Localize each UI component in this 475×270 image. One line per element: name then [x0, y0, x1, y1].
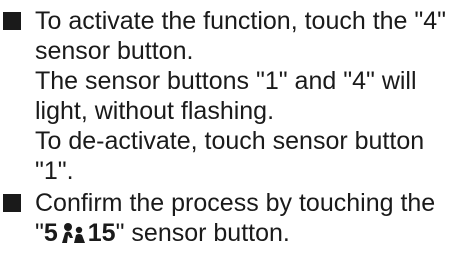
- text-line: To activate the function, touch the "4": [35, 7, 447, 35]
- child-lock-icon: [61, 223, 85, 243]
- text-line: To de-activate, touch sensor button: [35, 127, 425, 155]
- text-line: "5 15" sensor button.: [35, 218, 475, 248]
- text-line: The sensor buttons "1" and "4" will: [35, 67, 417, 95]
- square-bullet-icon: [3, 194, 21, 212]
- text-suffix: " sensor button.: [115, 219, 290, 247]
- text-line: sensor button.: [35, 37, 194, 65]
- text-line: "1".: [35, 157, 74, 185]
- text-line: light, without flashing.: [35, 97, 275, 125]
- instruction-text: Confirm the process by touching the "5 1…: [35, 188, 475, 248]
- instruction-text: To activate the function, touch the "4" …: [35, 6, 475, 186]
- square-bullet-icon: [3, 12, 21, 30]
- button-label-15: 15: [87, 219, 116, 247]
- button-label-5: 5: [43, 219, 58, 247]
- text-line: Confirm the process by touching the: [35, 189, 436, 217]
- quote-open: ": [35, 219, 44, 247]
